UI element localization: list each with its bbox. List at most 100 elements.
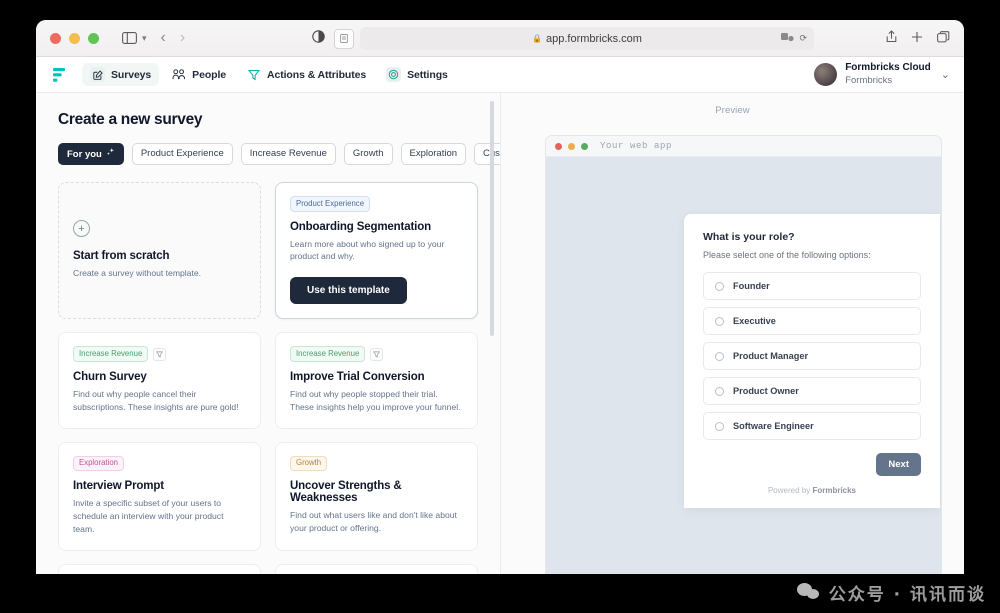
option-label: Product Manager	[733, 351, 809, 361]
scratch-desc: Create a survey without template.	[73, 268, 202, 279]
preview-close-dot	[555, 142, 562, 150]
sidebar-chevron-down-icon[interactable]: ▾	[142, 33, 147, 44]
next-button[interactable]: Next	[876, 453, 921, 476]
plus-circle-icon: +	[73, 220, 90, 238]
scratch-title: Start from scratch	[73, 250, 170, 263]
survey-option-founder[interactable]: Founder	[703, 272, 921, 300]
category-filters: For you Product Experience Increase Reve…	[58, 143, 500, 165]
powered-prefix: Powered by	[767, 486, 813, 495]
preview-pane: Preview Your web app What is your role? …	[501, 93, 964, 574]
survey-options: Founder Executive Product Manager Produc…	[703, 272, 921, 440]
use-this-template-button[interactable]: Use this template	[290, 277, 407, 305]
template-desc: Find out what users like and don't like …	[290, 510, 457, 534]
content-area: Create a new survey For you Product Expe…	[36, 93, 964, 574]
sidebar-controls: ▾	[117, 27, 147, 49]
maximize-window-button[interactable]	[88, 32, 99, 44]
filter-product-experience[interactable]: Product Experience	[131, 143, 233, 165]
reader-view-icon[interactable]	[334, 28, 354, 49]
filter-icon	[153, 347, 167, 361]
filter-exploration[interactable]: Exploration	[400, 143, 467, 165]
contrast-icon[interactable]	[312, 29, 325, 48]
template-card-interview-prompt[interactable]: Exploration Interview Prompt Invite a sp…	[58, 441, 261, 551]
powered-by: Powered by Formbricks	[703, 486, 921, 495]
surveys-icon	[90, 67, 105, 82]
start-from-scratch-card[interactable]: + Start from scratch Create a survey wit…	[58, 182, 261, 320]
template-card-onboarding-segmentation[interactable]: Product Experience Onboarding Segmentati…	[275, 182, 478, 320]
browser-window: ▾ ‹ › 🔒 app.formbricks.com ⟳ Surveys Peo…	[36, 20, 964, 574]
nav-item-actions-attributes[interactable]: Actions & Attributes	[238, 63, 374, 86]
sidebar-toggle-icon[interactable]	[117, 27, 141, 49]
extensions-icon[interactable]	[781, 32, 795, 45]
survey-option-executive[interactable]: Executive	[703, 307, 921, 335]
template-card-changing-subscription-experience[interactable]: Increase Revenue Changing subscription e…	[58, 563, 261, 574]
template-card-churn-survey[interactable]: Increase Revenue Churn Survey Find out w…	[58, 332, 261, 429]
user-avatar	[814, 63, 838, 86]
radio-icon	[715, 351, 724, 361]
share-icon[interactable]	[886, 29, 897, 48]
reload-icon[interactable]: ⟳	[799, 33, 807, 44]
template-grid: + Start from scratch Create a survey wit…	[58, 182, 478, 574]
account-switcher[interactable]: Formbricks Cloud Formbricks ⌄	[814, 62, 950, 86]
survey-option-product-owner[interactable]: Product Owner	[703, 377, 921, 405]
template-card-improve-trial-conversion[interactable]: Increase Revenue Improve Trial Conversio…	[275, 332, 478, 429]
template-desc: Find out why people stopped their trial.…	[290, 388, 461, 412]
account-org: Formbricks	[845, 74, 893, 86]
survey-option-product-manager[interactable]: Product Manager	[703, 342, 921, 370]
template-desc: Learn more about who signed up to your p…	[290, 238, 445, 262]
browser-toolbar-right	[886, 20, 950, 57]
close-window-button[interactable]	[50, 32, 61, 44]
survey-option-software-engineer[interactable]: Software Engineer	[703, 412, 921, 440]
template-desc: Invite a specific subset of your users t…	[73, 498, 224, 535]
address-bar[interactable]: 🔒 app.formbricks.com ⟳	[360, 27, 814, 50]
template-list-scrollbar[interactable]	[490, 101, 494, 336]
plus-icon[interactable]	[911, 30, 923, 48]
filter-for-you[interactable]: For you	[58, 143, 124, 165]
filter-growth[interactable]: Growth	[343, 143, 393, 165]
option-label: Founder	[733, 281, 770, 291]
tag-row: Exploration	[73, 455, 246, 472]
preview-label: Preview	[715, 105, 750, 116]
minimize-window-button[interactable]	[69, 32, 80, 44]
option-label: Software Engineer	[733, 421, 814, 431]
settings-icon	[386, 67, 402, 82]
template-card-uncover-strengths-weaknesses[interactable]: Growth Uncover Strengths & Weaknesses Fi…	[275, 441, 478, 551]
sparkles-icon	[106, 148, 115, 160]
nav-item-surveys[interactable]: Surveys	[82, 63, 160, 86]
template-title: Churn Survey	[73, 370, 147, 383]
template-card-identify-customer-goals[interactable]: Product Experience Identify Customer Goa…	[275, 563, 478, 574]
url-text: app.formbricks.com	[545, 32, 642, 45]
category-tag: Increase Revenue	[290, 346, 366, 362]
address-area: 🔒 app.formbricks.com ⟳	[312, 27, 814, 50]
wechat-icon	[796, 582, 821, 603]
template-browser-pane: Create a new survey For you Product Expe…	[36, 93, 500, 574]
filter-increase-revenue[interactable]: Increase Revenue	[240, 143, 336, 165]
preview-minimize-dot	[568, 142, 575, 150]
lock-icon: 🔒	[532, 34, 542, 43]
formbricks-logo[interactable]	[52, 67, 68, 83]
address-bar-actions: ⟳	[781, 32, 807, 45]
preview-web-title: Your web app	[600, 141, 673, 151]
template-title: Uncover Strengths & Weaknesses	[290, 480, 402, 505]
tab-overview-icon[interactable]	[937, 30, 950, 48]
radio-icon	[715, 421, 724, 431]
radio-icon	[715, 386, 724, 396]
filter-icon	[246, 67, 261, 82]
survey-footer: Next	[703, 453, 921, 476]
survey-subtitle: Please select one of the following optio…	[703, 250, 871, 260]
template-title: Onboarding Segmentation	[290, 220, 431, 233]
app-header: Surveys People Actions & Attributes Sett…	[36, 57, 964, 93]
template-title: Improve Trial Conversion	[290, 370, 425, 383]
nav-item-settings[interactable]: Settings	[378, 63, 456, 86]
tag-row: Product Experience	[290, 196, 463, 212]
filter-customer-success[interactable]: Customer Success	[474, 143, 500, 165]
nav-item-people[interactable]: People	[163, 63, 234, 86]
forward-chevron-icon[interactable]: ›	[180, 30, 185, 46]
chevron-down-icon[interactable]: ⌄	[941, 68, 950, 81]
back-chevron-icon[interactable]: ‹	[161, 30, 166, 46]
tag-row: Increase Revenue	[73, 346, 246, 362]
window-traffic-lights	[50, 32, 99, 44]
nav-label-people: People	[192, 68, 226, 81]
nav-arrows: ‹ ›	[161, 30, 186, 46]
preview-web-frame: Your web app What is your role? Please s…	[545, 135, 942, 574]
page-title: Create a new survey	[58, 111, 203, 128]
